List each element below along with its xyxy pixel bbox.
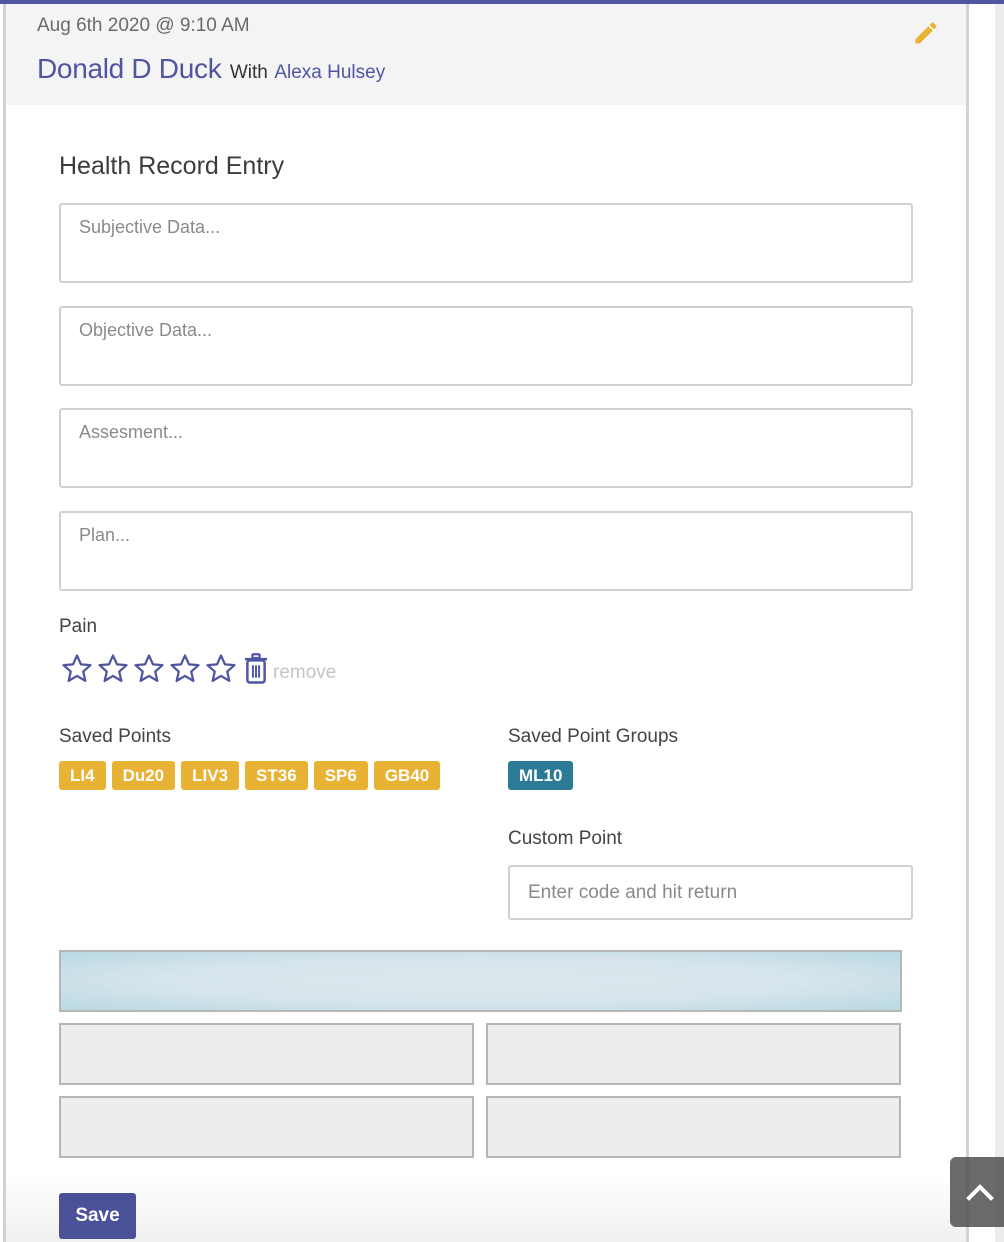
record-header: Aug 6th 2020 @ 9:10 AM Donald D Duck Wit… [6, 4, 966, 105]
placeholder-block [486, 1023, 901, 1085]
star-icon[interactable] [95, 652, 131, 686]
saved-points-label: Saved Points [59, 726, 171, 747]
saved-point-badge[interactable]: LI4 [59, 761, 106, 790]
subjective-data-field[interactable] [59, 203, 913, 283]
saved-point-badge[interactable]: ST36 [245, 761, 308, 790]
saved-point-badge[interactable]: SP6 [313, 761, 368, 790]
save-button[interactable]: Save [59, 1193, 136, 1239]
health-record-card: Aug 6th 2020 @ 9:10 AM Donald D Duck Wit… [3, 4, 969, 1242]
chevron-up-icon [966, 1184, 994, 1201]
custom-point-label: Custom Point [508, 828, 623, 849]
saved-point-badge[interactable]: Du20 [111, 761, 176, 790]
star-icon[interactable] [59, 652, 95, 686]
saved-point-badge[interactable]: LIV3 [181, 761, 240, 790]
practitioner-name-link[interactable]: Alexa Hulsey [274, 62, 385, 83]
saved-point-groups-list: ML10 [508, 761, 574, 790]
with-label: With [229, 62, 268, 83]
highlighted-placeholder-block [59, 950, 902, 1012]
placeholder-block [486, 1096, 901, 1158]
edit-button[interactable] [912, 19, 940, 47]
placeholder-block [59, 1023, 474, 1085]
trash-icon[interactable] [243, 653, 269, 685]
objective-data-field[interactable] [59, 306, 913, 386]
assessment-field[interactable] [59, 408, 913, 488]
pain-label: Pain [59, 616, 98, 637]
saved-point-badge[interactable]: GB40 [373, 761, 441, 790]
pencil-icon [915, 22, 937, 44]
record-participants: Donald D Duck With Alexa Hulsey [37, 53, 385, 85]
saved-points-list: LI4 Du20 LIV3 ST36 SP6 GB40 [59, 761, 441, 790]
star-icon[interactable] [131, 652, 167, 686]
form-title: Health Record Entry [59, 152, 285, 180]
star-icon[interactable] [203, 652, 239, 686]
pain-rating: remove [59, 652, 336, 686]
star-icon[interactable] [167, 652, 203, 686]
saved-point-groups-label: Saved Point Groups [508, 726, 679, 747]
placeholder-block [59, 1096, 474, 1158]
scroll-to-top-button[interactable] [950, 1157, 1004, 1227]
plan-field[interactable] [59, 511, 913, 591]
remove-rating-link[interactable]: remove [273, 662, 336, 684]
record-date: Aug 6th 2020 @ 9:10 AM [37, 15, 250, 36]
page-gutter [995, 4, 1004, 1242]
saved-point-group-badge[interactable]: ML10 [508, 761, 574, 790]
patient-name-link[interactable]: Donald D Duck [37, 53, 222, 84]
custom-point-input[interactable] [508, 865, 913, 920]
